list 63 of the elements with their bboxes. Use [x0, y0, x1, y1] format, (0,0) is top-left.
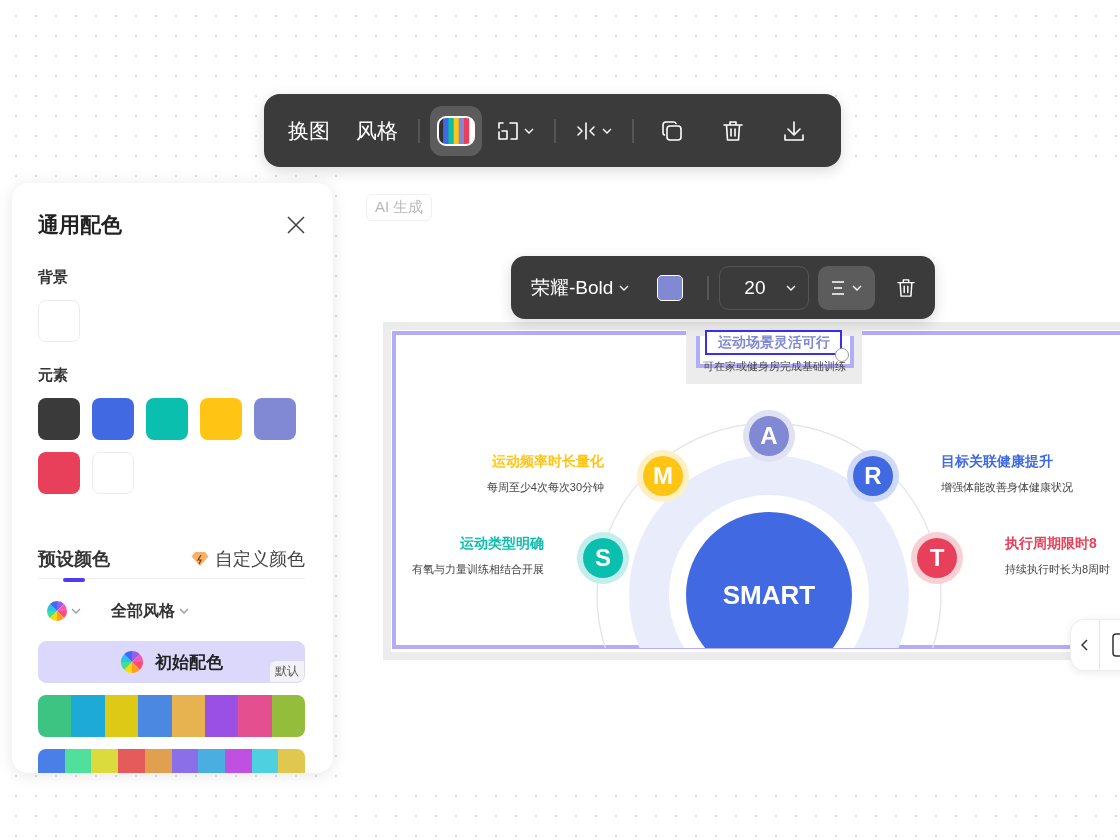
scheme-name: 初始配色 — [154, 651, 223, 674]
badge-letter: M — [652, 461, 674, 491]
style-filter-dropdown[interactable]: 全部风格 — [111, 600, 189, 622]
delete-icon — [897, 277, 915, 298]
delete-icon — [723, 119, 743, 142]
close-icon[interactable] — [287, 216, 305, 234]
align-center-icon — [830, 280, 847, 295]
badge-letter: T — [928, 543, 946, 573]
tab-indicator — [63, 578, 85, 582]
section-label: 背景 — [38, 267, 69, 287]
color-swatch[interactable] — [254, 398, 296, 440]
center-label: SMART — [721, 579, 817, 611]
color-scheme-option[interactable]: 初始配色 默认 — [38, 641, 305, 683]
hue-filter-dropdown[interactable] — [47, 601, 81, 621]
caret-icon — [602, 127, 612, 134]
selected-text-block[interactable]: 运动场景灵活可行 可在家或健身房完成基础训练 — [686, 330, 862, 384]
slide[interactable]: SMART M 运动频率时长量化 每周至少4次每次30分钟 A R 目标关联健康提升 增强体能改善身体健康状况 S 运动类型明确 有氧与力量训练相结合开展 T 执行周期限时8 持续执行时长为8周时 运动场景灵活可行 可在家或健身房完成基础训练 — [383, 322, 1120, 660]
color-scheme-button[interactable] — [430, 105, 482, 156]
badge-letter: A — [759, 421, 779, 451]
color-scheme-option[interactable] — [38, 695, 305, 737]
color-swatch[interactable] — [38, 452, 80, 494]
point-description: 增强体能改善身体健康状况 — [941, 480, 1073, 495]
toolbar-button[interactable]: 风格 — [346, 105, 408, 156]
color-swatch[interactable] — [200, 398, 242, 440]
toolbar-button[interactable]: 换图 — [278, 105, 340, 156]
font-size-field[interactable]: 20 — [719, 265, 809, 310]
point-title: 执行周期限时8 — [1005, 535, 1097, 553]
color-swatch[interactable] — [38, 398, 80, 440]
point-title: 目标关联健康提升 — [941, 453, 1053, 471]
point-description: 每周至少4次每次30分钟 — [486, 480, 604, 495]
section-label: 元素 — [38, 365, 69, 385]
layout-icon — [498, 121, 518, 140]
color-swatch[interactable] — [92, 398, 134, 440]
caret-icon — [524, 127, 534, 134]
badge-letter: R — [863, 461, 883, 491]
caret-icon — [71, 608, 81, 614]
tab[interactable]: 预设颜色 — [38, 545, 110, 573]
caret-icon — [785, 284, 796, 291]
align-button[interactable] — [817, 265, 875, 310]
diamond-icon — [191, 551, 209, 567]
chevron-left-icon — [1081, 639, 1089, 651]
flip-icon — [576, 121, 596, 140]
point-description: 可在家或健身房完成基础训练 — [701, 359, 847, 374]
default-badge: 默认 — [270, 661, 304, 682]
point-description: 有氧与力量训练相结合开展 — [412, 562, 544, 577]
page-icon[interactable] — [1112, 633, 1120, 657]
tab[interactable]: 自定义颜色 — [191, 545, 305, 573]
point-title: 运动频率时长量化 — [492, 453, 604, 471]
panel-title: 通用配色 — [38, 212, 122, 238]
color-swatch[interactable] — [146, 398, 188, 440]
point-description: 持续执行时长为8周时 — [1005, 562, 1111, 577]
copy-icon — [661, 119, 683, 142]
download-icon — [783, 119, 805, 142]
font-dropdown[interactable]: 荣耀-Bold — [523, 265, 638, 310]
caret-icon — [179, 608, 189, 614]
ai-generated-badge: AI 生成 — [366, 194, 433, 221]
color-wheel-icon — [47, 601, 67, 621]
caret-icon — [619, 284, 630, 291]
color-wheel-icon — [120, 651, 143, 673]
point-title: 运动类型明确 — [460, 535, 544, 553]
palette-icon — [437, 115, 475, 146]
badge-letter: S — [594, 543, 612, 573]
caret-icon — [852, 284, 863, 291]
